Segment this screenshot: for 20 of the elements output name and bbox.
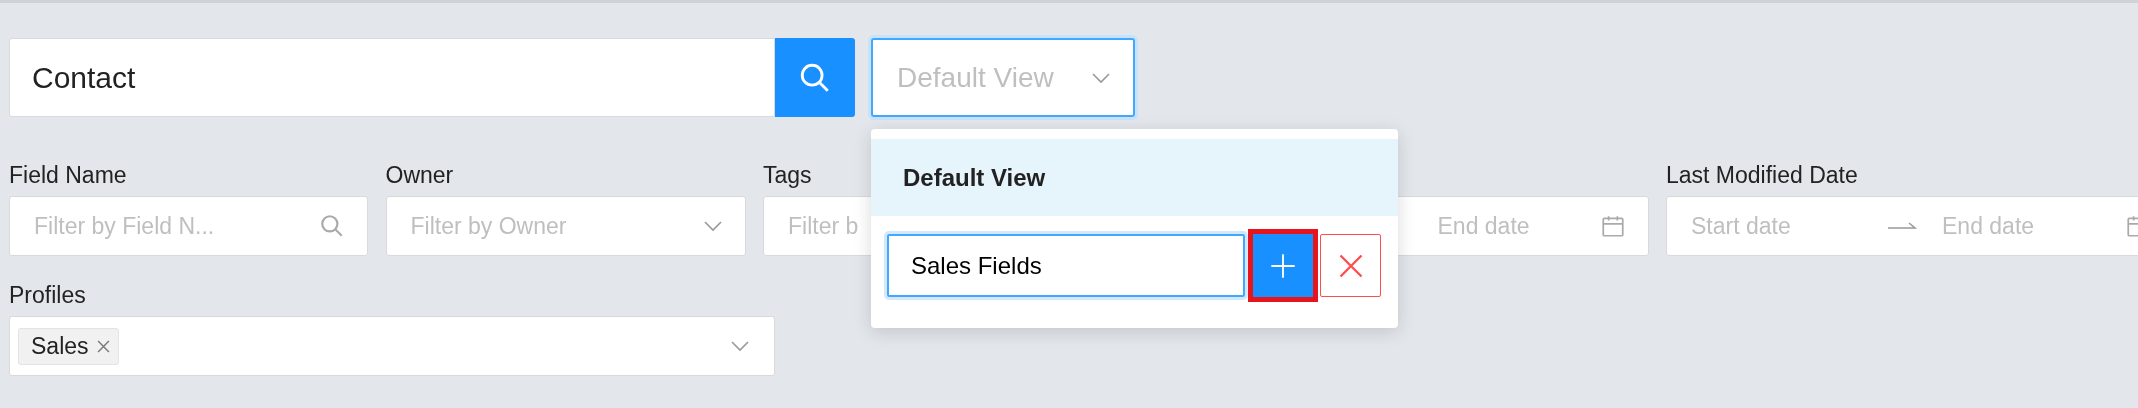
end-date-input[interactable]: End date (1940, 211, 2115, 241)
filter-label: Profiles (9, 282, 86, 308)
filter-label: Last Modified Date (1666, 162, 1858, 188)
view-select[interactable]: Default View (871, 38, 1135, 117)
filter-label: Owner (385, 162, 454, 188)
select-input[interactable]: Filter by Owner (408, 211, 693, 241)
multi-select-field[interactable]: Sales (9, 316, 775, 376)
view-name-field[interactable]: Sales Fields (887, 234, 1245, 297)
filter-label: Field Name (9, 162, 127, 188)
search-field[interactable]: Filter by Field N... (9, 196, 368, 256)
search-field[interactable]: Contact (9, 38, 775, 117)
select-field[interactable]: Filter by Owner (385, 196, 746, 256)
tag-label: Sales (31, 332, 89, 360)
filter-label: Tags (763, 162, 812, 188)
date-range-field[interactable]: Start date End date (1666, 196, 2138, 256)
search-input[interactable]: Filter by Field N... (32, 211, 309, 241)
start-date-input[interactable]: Start date (1689, 211, 1864, 241)
select-input[interactable]: Default View (895, 60, 1084, 95)
menu-item[interactable]: Default View (871, 139, 1398, 216)
end-date-input[interactable]: End date (1435, 211, 1590, 241)
